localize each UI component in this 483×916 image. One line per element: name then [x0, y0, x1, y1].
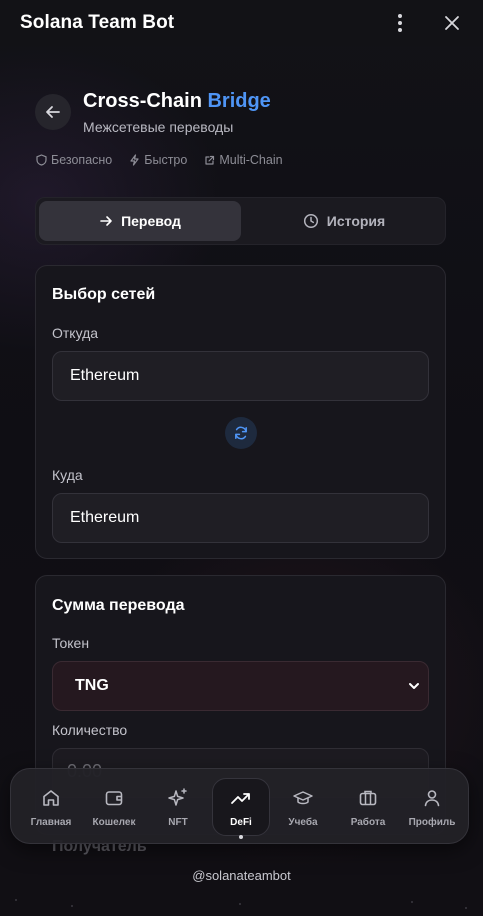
quantity-label: Количество	[52, 722, 128, 738]
window-title: Solana Team Bot	[20, 12, 175, 33]
more-options-icon[interactable]	[390, 12, 410, 34]
chevron-down-icon	[409, 683, 419, 689]
nav-label: Кошелек	[92, 817, 136, 828]
feature-list: Безопасно Быстро Multi-Chain	[36, 153, 283, 167]
footer-decoration	[15, 899, 467, 909]
token-selected-value: TNG	[75, 677, 109, 694]
nav-item-wallet[interactable]: Кошелек	[84, 769, 144, 845]
back-button[interactable]	[35, 94, 71, 130]
briefcase-icon	[359, 790, 377, 806]
feature-secure: Безопасно	[36, 153, 112, 167]
trending-up-icon	[231, 793, 250, 804]
nav-label: NFT	[168, 817, 188, 828]
arrow-left-icon	[46, 106, 60, 118]
from-label: Откуда	[52, 325, 99, 341]
nav-item-work[interactable]: Работа	[338, 769, 398, 845]
to-network-field[interactable]: Ethereum	[52, 493, 429, 543]
nav-label: Учеба	[288, 817, 318, 828]
user-icon	[424, 790, 440, 807]
tab-history[interactable]: История	[244, 201, 444, 241]
shield-icon	[36, 154, 47, 166]
bot-handle: @solanateambot	[192, 868, 291, 883]
card-title: Сумма перевода	[52, 597, 185, 614]
active-dot	[239, 835, 243, 839]
refresh-icon	[235, 426, 247, 440]
nav-item-defi[interactable]: DeFi	[212, 769, 270, 845]
swap-networks-button[interactable]	[225, 417, 257, 449]
from-network-field[interactable]: Ethereum	[52, 351, 429, 401]
nav-label: DeFi	[230, 817, 252, 828]
token-select[interactable]: TNG	[52, 661, 429, 711]
nav-item-learning[interactable]: Учеба	[273, 769, 333, 845]
tab-bar: Перевод История	[35, 197, 446, 245]
window-titlebar: Solana Team Bot	[0, 0, 483, 46]
nav-label: Главная	[30, 817, 72, 828]
page-title-main: Cross-Chain	[83, 90, 208, 112]
graduation-cap-icon	[293, 791, 313, 805]
feature-label: Безопасно	[51, 153, 113, 167]
nav-label: Профиль	[408, 817, 456, 828]
page-title-accent: Bridge	[207, 90, 271, 112]
sparkles-icon	[168, 788, 187, 806]
tab-transfer[interactable]: Перевод	[39, 201, 241, 241]
external-link-icon	[205, 155, 215, 165]
arrow-right-icon	[100, 216, 112, 226]
to-label: Куда	[52, 467, 83, 483]
token-label: Токен	[52, 635, 90, 651]
wallet-icon	[105, 791, 123, 806]
clock-icon	[303, 213, 318, 229]
page-title: Cross-Chain Bridge	[83, 90, 271, 113]
nav-item-profile[interactable]: Профиль	[402, 769, 462, 845]
nav-item-nft[interactable]: NFT	[148, 769, 208, 845]
bottom-navigation: Главная Кошелек NFT DeFi Учеба Работа Пр…	[10, 768, 469, 844]
home-icon	[43, 790, 59, 806]
feature-fast: Быстро	[129, 153, 187, 167]
tab-label: Перевод	[121, 213, 181, 229]
feature-multichain: Multi-Chain	[204, 153, 283, 167]
page-subtitle: Межсетевые переводы	[83, 119, 234, 135]
lightning-icon	[130, 154, 139, 166]
tab-label: История	[326, 213, 386, 229]
feature-label: Быстро	[144, 153, 188, 167]
nav-label: Работа	[350, 817, 386, 828]
nav-item-home[interactable]: Главная	[21, 769, 81, 845]
card-title: Выбор сетей	[52, 286, 156, 303]
feature-label: Multi-Chain	[219, 153, 283, 167]
close-icon[interactable]	[441, 12, 463, 34]
network-selection-card: Выбор сетей Откуда Ethereum Куда Ethereu…	[35, 265, 446, 559]
